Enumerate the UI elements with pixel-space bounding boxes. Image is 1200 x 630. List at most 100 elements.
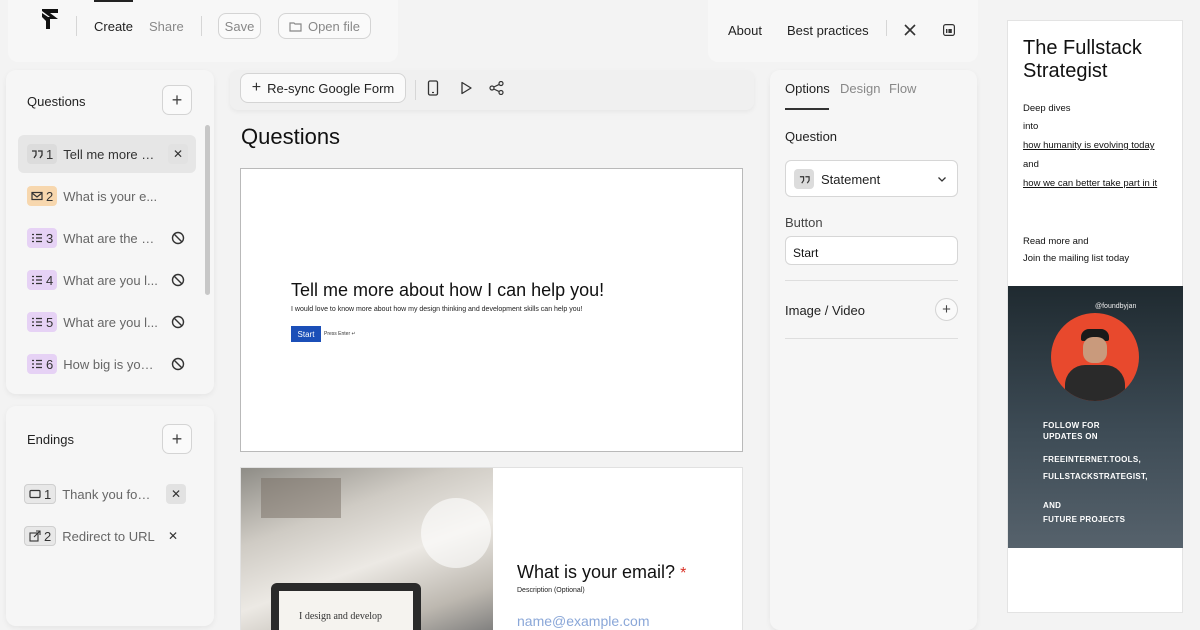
quote-icon — [794, 169, 814, 189]
banner-line: FULLSTACKSTRATEGIST, — [1043, 472, 1148, 481]
card-press-enter-hint: Press Enter ↵ — [324, 331, 356, 337]
promo-link[interactable]: how we can better take part in it — [1023, 178, 1157, 189]
chevron-down-icon — [938, 177, 946, 182]
banner-line: UPDATES ON — [1043, 432, 1098, 441]
play-icon[interactable] — [459, 81, 473, 95]
questions-section-title: Questions — [27, 94, 86, 109]
question-item-5[interactable]: 5 What are you l... — [18, 303, 196, 341]
question-number: 6 — [46, 356, 54, 372]
add-ending-button[interactable]: + — [162, 424, 192, 454]
question-type-label: Question — [785, 129, 838, 144]
question-text: How big is you... — [63, 356, 159, 372]
background-lamp — [421, 498, 491, 568]
open-file-label: Open file — [307, 18, 361, 34]
background-shelf — [261, 478, 341, 518]
close-icon[interactable]: ✕ — [168, 144, 188, 164]
add-question-button[interactable]: + — [162, 85, 192, 115]
disabled-icon[interactable] — [168, 354, 188, 374]
question-type-select[interactable]: Statement — [785, 160, 958, 197]
question-number: 1 — [46, 146, 54, 162]
folder-icon — [289, 21, 302, 32]
question-item-4[interactable]: 4 What are you l... — [18, 261, 196, 299]
avatar-body — [1065, 365, 1125, 401]
ending-badge-1: 1 — [24, 484, 57, 504]
ending-item-1[interactable]: 1 Thank you for ... ✕ — [18, 475, 196, 513]
disabled-icon[interactable] — [168, 270, 188, 290]
close-icon[interactable]: ✕ — [166, 484, 186, 504]
question-badge-4: 4 — [27, 270, 58, 290]
disabled-icon[interactable] — [168, 312, 188, 332]
question-type-value: Statement — [821, 172, 881, 187]
options-panel — [770, 70, 977, 630]
card-question-subtitle: I would love to know more about how my d… — [291, 306, 583, 313]
divider — [785, 338, 958, 339]
endings-section-title: Endings — [27, 432, 74, 447]
save-button-label: Save — [224, 18, 255, 34]
laptop-shape: I design and develop — [271, 583, 421, 630]
share-nodes-icon[interactable] — [489, 81, 504, 95]
best-practices-link[interactable]: Best practices — [787, 23, 869, 38]
button-text-input[interactable]: Start — [785, 236, 958, 265]
tab-options[interactable]: Options — [785, 81, 830, 96]
question-item-1[interactable]: 1 Tell me more a... ✕ — [18, 135, 196, 173]
ending-badge-2: 2 — [24, 526, 57, 546]
cover-photo: I design and develop — [241, 468, 493, 630]
list-icon — [32, 359, 42, 369]
question-item-2[interactable]: 2 What is your e... — [18, 177, 196, 215]
question-item-6[interactable]: 6 How big is you... — [18, 345, 196, 383]
linkedin-icon[interactable] — [943, 24, 955, 36]
question-badge-2: 2 — [27, 186, 58, 206]
open-file-button[interactable]: Open file — [278, 13, 371, 39]
promo-title: The Fullstack Strategist — [1023, 37, 1142, 82]
card-email-title: What is your email? * — [517, 562, 686, 583]
avatar-face — [1083, 337, 1107, 363]
required-mark: * — [680, 565, 687, 582]
question-badge-1: 1 — [27, 144, 58, 164]
promo-line: into — [1023, 121, 1039, 132]
laptop-screen: I design and develop — [279, 591, 413, 630]
question-badge-6: 6 — [27, 354, 58, 374]
question-number: 4 — [46, 272, 54, 288]
save-button[interactable]: Save — [218, 13, 261, 39]
mobile-preview-icon[interactable] — [426, 80, 440, 96]
question-item-3[interactable]: 3 What are the m... — [18, 219, 196, 257]
promo-cta-line[interactable]: Join the mailing list today — [1023, 253, 1129, 264]
page-title: Questions — [241, 124, 341, 149]
question-text: What are you l... — [63, 272, 158, 288]
x-twitter-icon[interactable] — [904, 24, 916, 36]
about-link[interactable]: About — [728, 23, 762, 38]
close-icon[interactable]: ✕ — [163, 526, 183, 546]
add-media-button[interactable]: + — [935, 298, 958, 321]
resync-google-form-button[interactable]: + Re-sync Google Form — [240, 73, 406, 103]
promo-link[interactable]: how humanity is evolving today — [1023, 140, 1155, 151]
promo-cta-line: Read more and — [1023, 236, 1089, 247]
question-preview-card-1[interactable]: Tell me more about how I can help you! I… — [240, 168, 743, 452]
tab-share[interactable]: Share — [149, 19, 184, 34]
card-start-button[interactable]: Start — [291, 326, 321, 342]
ending-text: Thank you for ... — [62, 486, 155, 502]
card-email-placeholder[interactable]: name@example.com — [517, 613, 650, 629]
image-video-label: Image / Video — [785, 303, 865, 318]
tab-flow[interactable]: Flow — [889, 81, 916, 96]
disabled-icon[interactable] — [168, 228, 188, 248]
avatar — [1051, 313, 1139, 401]
quote-icon — [32, 150, 43, 159]
plus-icon: + — [251, 79, 262, 96]
question-text: What are the m... — [63, 230, 159, 246]
question-preview-card-2[interactable]: I design and develop What is your email?… — [240, 467, 743, 630]
list-icon — [32, 233, 42, 243]
question-text: Tell me more a... — [63, 146, 159, 162]
external-link-icon — [29, 530, 41, 542]
question-badge-5: 5 — [27, 312, 58, 332]
card-question-title: Tell me more about how I can help you! — [291, 280, 605, 300]
tab-design[interactable]: Design — [840, 81, 880, 96]
sidebar-scrollbar[interactable] — [205, 125, 210, 295]
ending-item-2[interactable]: 2 Redirect to URL ✕ — [18, 517, 196, 555]
banner-handle: @foundbyjan — [1095, 303, 1137, 310]
app-logo-icon[interactable] — [40, 7, 60, 31]
promo-line: Deep dives — [1023, 103, 1071, 114]
promo-banner[interactable]: @foundbyjan FOLLOW FOR UPDATES ON FREEIN… — [1008, 286, 1183, 548]
banner-line: FUTURE PROJECTS — [1043, 515, 1126, 524]
canvas-toolbar: + Re-sync Google Form — [230, 70, 754, 110]
tab-create[interactable]: Create — [94, 0, 134, 34]
